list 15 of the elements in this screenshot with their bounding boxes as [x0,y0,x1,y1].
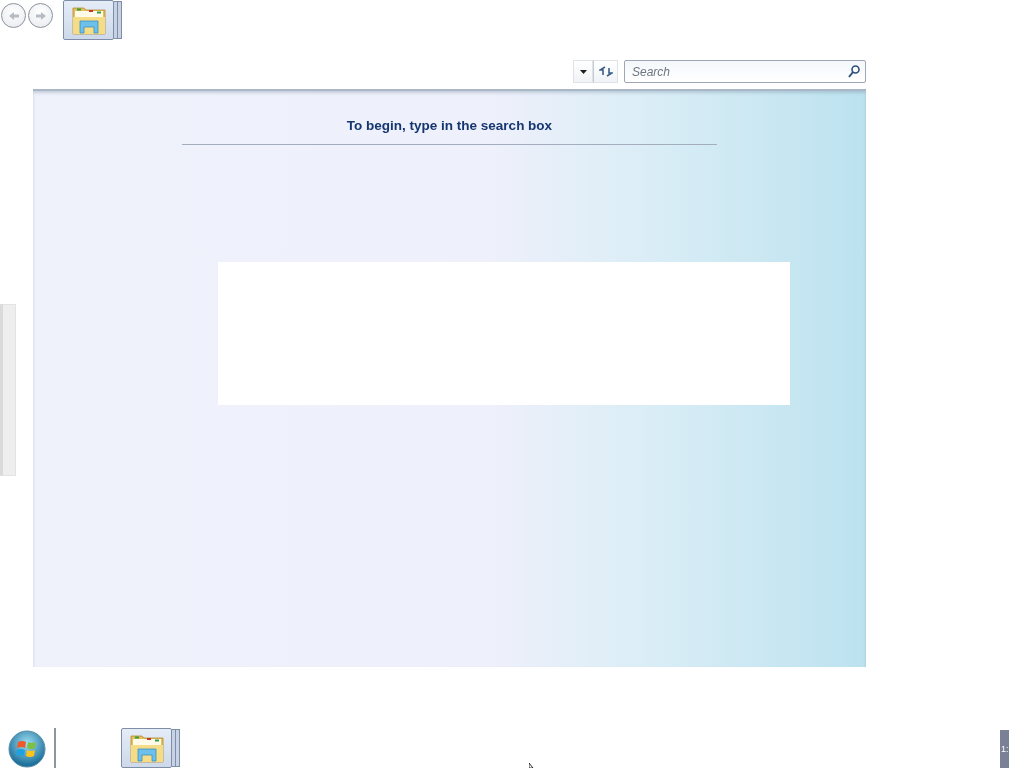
dropdown-button[interactable] [573,60,593,83]
arrow-left-icon [7,10,20,21]
search-field[interactable]: Search [624,60,866,83]
folder-icon [71,5,106,35]
clock[interactable]: 1: [1000,730,1009,768]
refresh-button[interactable] [593,60,618,83]
folder-window-button[interactable] [121,728,180,768]
folder-window-button[interactable] [63,0,122,40]
folder-icon [129,733,164,763]
start-button[interactable] [8,730,46,768]
search-icon[interactable] [848,65,860,78]
refresh-icon [598,66,613,77]
caret-down-icon [579,69,587,74]
arrow-right-icon [34,10,47,21]
heading-text: To begin, type in the search box [346,118,553,134]
